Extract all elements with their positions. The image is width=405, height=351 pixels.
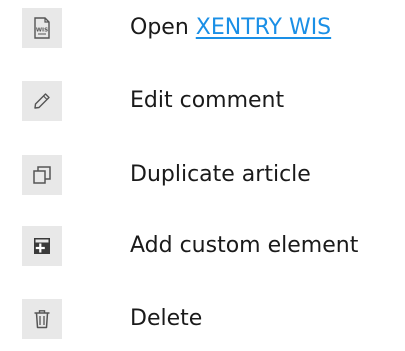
edit-comment-button[interactable]: [22, 81, 62, 121]
svg-text:WIS: WIS: [36, 28, 48, 34]
open-wis-button[interactable]: WIS: [22, 8, 62, 48]
delete-row: Delete: [22, 299, 202, 339]
open-prefix-text: Open: [130, 15, 196, 40]
open-wis-label: Open XENTRY WIS: [130, 17, 331, 39]
delete-button[interactable]: [22, 299, 62, 339]
pencil-icon: [34, 93, 50, 109]
duplicate-article-button[interactable]: [22, 155, 62, 195]
edit-comment-row: Edit comment: [22, 81, 284, 121]
wis-document-icon: WIS: [34, 17, 50, 39]
duplicate-article-row: Duplicate article: [22, 155, 311, 195]
trash-icon: [34, 310, 50, 329]
add-custom-element-label: Add custom element: [130, 233, 359, 258]
edit-comment-label: Edit comment: [130, 88, 285, 113]
add-custom-element-row: Add custom element: [22, 226, 358, 266]
delete-label: Delete: [130, 306, 203, 331]
duplicate-icon: [33, 166, 51, 184]
add-custom-element-icon: [34, 238, 50, 254]
open-xentry-wis-row: WIS Open XENTRY WIS: [22, 8, 331, 48]
xentry-wis-link[interactable]: XENTRY WIS: [196, 15, 331, 40]
duplicate-article-label: Duplicate article: [130, 162, 311, 187]
add-custom-element-button[interactable]: [22, 226, 62, 266]
